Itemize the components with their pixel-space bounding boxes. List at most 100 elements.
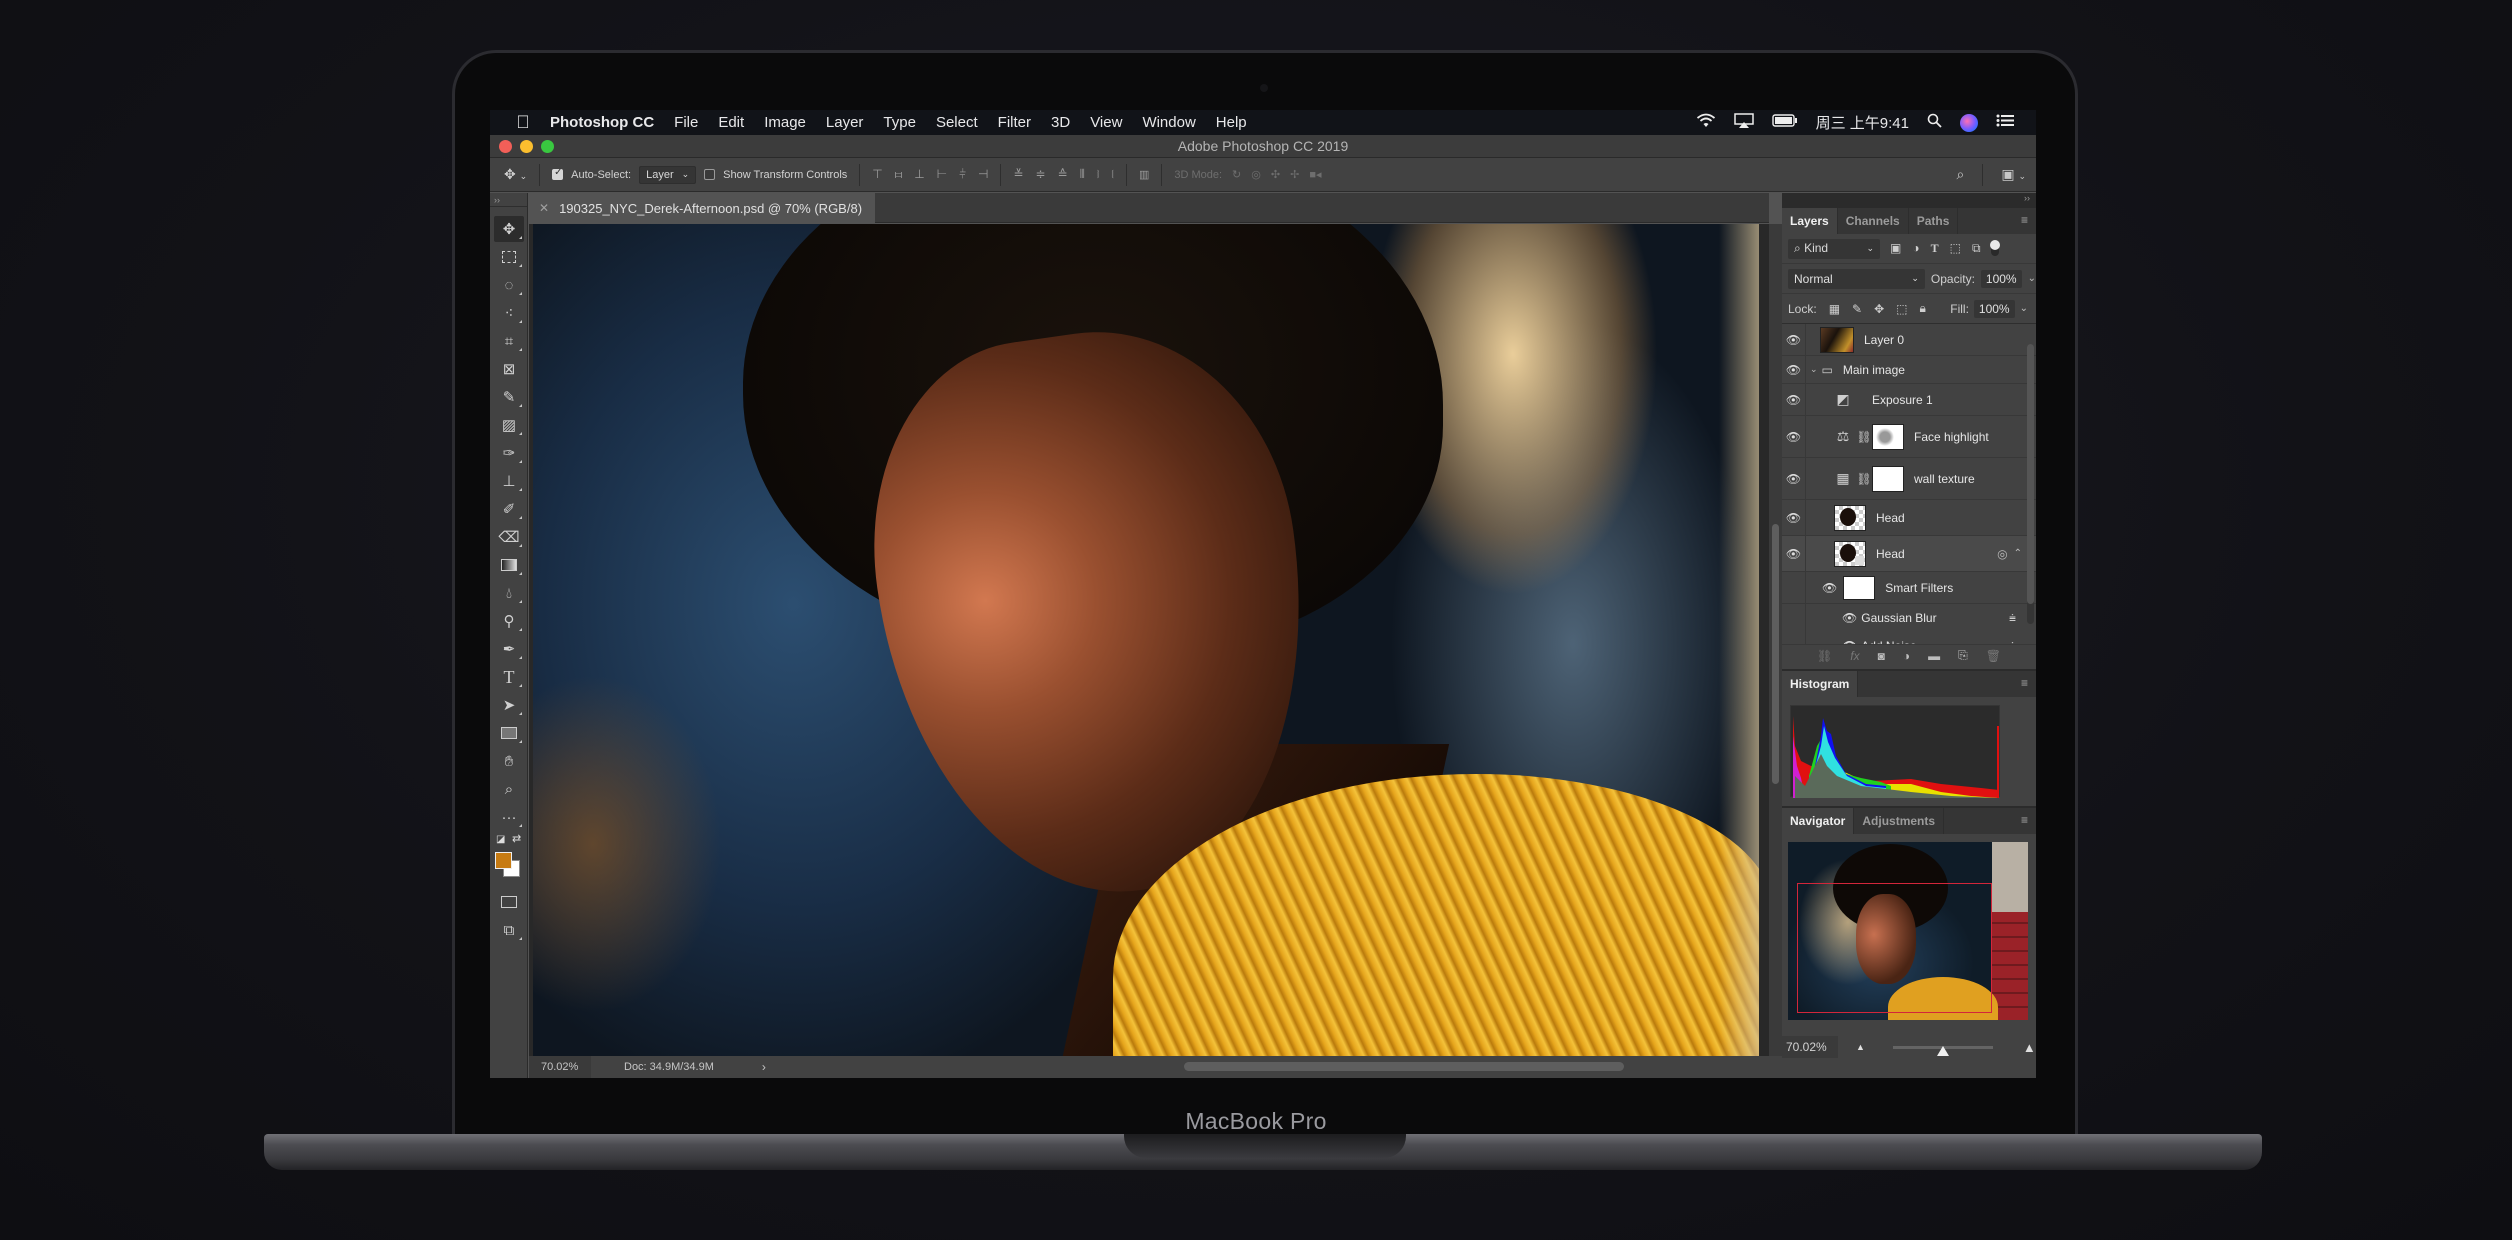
- workspace-icon[interactable]: ▣ ⌄: [2001, 166, 2026, 183]
- fill-dropdown-icon[interactable]: ⌄: [2020, 303, 2028, 314]
- tab-adjustments[interactable]: Adjustments: [1854, 808, 1945, 834]
- add-mask-icon[interactable]: ◙: [1878, 649, 1885, 663]
- filter-shape-icon[interactable]: ⬚: [1950, 241, 1961, 256]
- collapse-effects-chevron-icon[interactable]: ⌃: [2014, 548, 2022, 559]
- filter-type-icon[interactable]: T: [1931, 241, 1939, 256]
- delete-layer-icon[interactable]: 🗑︎: [1986, 649, 2001, 663]
- show-transform-controls-checkbox[interactable]: [704, 169, 716, 180]
- panel-menu-icon[interactable]: ≡: [2021, 214, 2028, 226]
- rectangle-tool[interactable]: [494, 720, 524, 746]
- menu-filter[interactable]: Filter: [998, 114, 1031, 131]
- menu-image[interactable]: Image: [764, 114, 806, 131]
- filter-blending-options-icon[interactable]: ⩧: [2009, 611, 2016, 626]
- document-tab[interactable]: ✕ 190325_NYC_Derek-Afternoon.psd @ 70% (…: [529, 193, 875, 223]
- pen-tool[interactable]: ✒: [494, 636, 524, 662]
- vertical-scrollbar[interactable]: [1769, 224, 1782, 1056]
- panel-menu-icon[interactable]: ≡: [2021, 814, 2028, 826]
- zoom-tool[interactable]: ⌕: [494, 776, 524, 802]
- auto-select-checkbox[interactable]: [552, 167, 564, 180]
- lock-image-icon[interactable]: ✎: [1852, 302, 1862, 316]
- brush-tool[interactable]: ✑: [494, 440, 524, 466]
- mask-link-icon[interactable]: ⛓︎: [1856, 472, 1872, 486]
- menu-3d[interactable]: 3D: [1051, 114, 1070, 131]
- layers-scroll-thumb[interactable]: [2027, 344, 2034, 604]
- 3d-pan-icon[interactable]: ✣: [1271, 168, 1280, 181]
- filter-adjustment-icon[interactable]: ◑: [1912, 241, 1919, 256]
- blend-mode-dropdown[interactable]: Normal ⌄: [1788, 268, 1925, 289]
- screen-mode-icon[interactable]: ⧉: [494, 917, 524, 943]
- menu-window[interactable]: Window: [1142, 114, 1195, 131]
- zoom-in-icon[interactable]: ▲: [2023, 1040, 2036, 1055]
- layer-row[interactable]: 👁︎ Layer 0: [1782, 324, 2036, 356]
- tab-histogram[interactable]: Histogram: [1782, 671, 1859, 697]
- battery-icon[interactable]: [1771, 114, 1798, 131]
- opacity-dropdown-icon[interactable]: ⌄: [2028, 273, 2036, 284]
- gradient-tool[interactable]: [494, 552, 524, 578]
- history-brush-tool[interactable]: ✐: [494, 496, 524, 522]
- visibility-eye-icon[interactable]: 👁︎: [1842, 611, 1857, 625]
- new-layer-icon[interactable]: ⎘: [1958, 648, 1968, 663]
- healing-brush-tool[interactable]: ▨: [494, 412, 524, 438]
- visibility-eye-icon[interactable]: 👁︎: [1782, 500, 1806, 535]
- close-document-icon[interactable]: ✕: [539, 201, 549, 215]
- menu-type[interactable]: Type: [883, 114, 916, 131]
- layer-row[interactable]: 👁︎ Gaussian Blur ⩧: [1782, 604, 2036, 632]
- quick-selection-tool[interactable]: ⁖: [494, 300, 524, 326]
- visibility-eye-icon[interactable]: 👁︎: [1822, 581, 1837, 595]
- panel-menu-icon[interactable]: ≡: [2021, 677, 2028, 689]
- edit-toolbar-icon[interactable]: ···: [494, 804, 524, 830]
- fill-input[interactable]: 100%: [1973, 299, 2015, 318]
- dodge-tool[interactable]: ⚲: [494, 608, 524, 634]
- layer-row[interactable]: 👁︎ Head ◎ ⌃: [1782, 536, 2036, 572]
- auto-select-target-dropdown[interactable]: Layer ⌄: [639, 165, 697, 184]
- tab-layers[interactable]: Layers: [1782, 208, 1838, 234]
- align-right-icon[interactable]: ⊣: [978, 167, 988, 182]
- navigator-zoom-input[interactable]: 70.02%: [1782, 1036, 1838, 1058]
- 3d-scale-icon[interactable]: ■◂: [1309, 168, 1321, 181]
- tab-paths[interactable]: Paths: [1909, 208, 1959, 234]
- auto-align-icon[interactable]: ▥: [1139, 168, 1149, 181]
- lasso-tool[interactable]: ◌: [494, 272, 524, 298]
- clock[interactable]: 周三 上午9:41: [1816, 112, 1909, 133]
- distribute-horizontal-center-icon[interactable]: ⧘: [1097, 167, 1100, 182]
- visibility-eye-icon[interactable]: 👁︎: [1782, 324, 1806, 355]
- layer-row[interactable]: 👁︎ Smart Filters: [1782, 572, 2036, 604]
- move-tool-preset-icon[interactable]: ✥ ⌄: [504, 166, 527, 183]
- layer-row[interactable]: 👁︎ ⚖︎ ⛓︎ Face highlight: [1782, 416, 2036, 458]
- wifi-icon[interactable]: [1696, 113, 1716, 132]
- airplay-icon[interactable]: [1733, 113, 1754, 132]
- distribute-left-icon[interactable]: ⦀: [1080, 167, 1085, 182]
- clone-stamp-tool[interactable]: ⊥: [494, 468, 524, 494]
- visibility-eye-icon[interactable]: 👁︎: [1782, 356, 1806, 383]
- filter-smart-object-icon[interactable]: ⧉: [1972, 241, 1981, 256]
- layer-row[interactable]: 👁︎ Head: [1782, 500, 2036, 536]
- layer-row[interactable]: 👁︎ ⌄ ▭ Main image: [1782, 356, 2036, 384]
- align-bottom-icon[interactable]: ⊥: [914, 167, 924, 182]
- layer-mask-thumbnail[interactable]: [1872, 423, 1904, 450]
- filter-toggle[interactable]: [1989, 239, 2000, 256]
- lock-artboard-icon[interactable]: ⬚: [1896, 302, 1907, 316]
- tab-channels[interactable]: Channels: [1838, 208, 1909, 234]
- new-group-icon[interactable]: ▬: [1928, 649, 1940, 663]
- distribute-right-icon[interactable]: ⧙: [1111, 167, 1114, 182]
- crop-tool[interactable]: ⌗: [494, 328, 524, 354]
- zoom-level[interactable]: 70.02%: [529, 1056, 591, 1078]
- move-tool[interactable]: ✥: [494, 216, 524, 242]
- mask-link-icon[interactable]: ⛓︎: [1856, 430, 1872, 444]
- group-expand-chevron-icon[interactable]: ⌄: [1810, 364, 1818, 375]
- navigator-view-box[interactable]: [1797, 883, 1992, 1013]
- menu-layer[interactable]: Layer: [826, 114, 864, 131]
- visibility-eye-icon[interactable]: 👁︎: [1842, 639, 1857, 644]
- filter-kind-dropdown[interactable]: ⌕ Kind ⌄: [1788, 238, 1880, 259]
- visibility-eye-icon[interactable]: 👁︎: [1782, 458, 1806, 499]
- canvas[interactable]: [529, 224, 1769, 1056]
- collapse-panels-icon[interactable]: ››: [2024, 193, 2030, 203]
- lock-all-icon[interactable]: 🔒︎: [1920, 301, 1926, 316]
- layer-mask-thumbnail[interactable]: [1872, 465, 1904, 492]
- align-horizontal-center-icon[interactable]: ⫩: [959, 167, 966, 182]
- tools-grip[interactable]: [490, 207, 527, 215]
- 3d-slide-icon[interactable]: ✢: [1290, 168, 1299, 181]
- layer-row[interactable]: 👁︎ ▦ ⛓︎ wall texture: [1782, 458, 2036, 500]
- align-vertical-center-icon[interactable]: ⧦: [895, 167, 902, 182]
- opacity-input[interactable]: 100%: [1980, 269, 2022, 288]
